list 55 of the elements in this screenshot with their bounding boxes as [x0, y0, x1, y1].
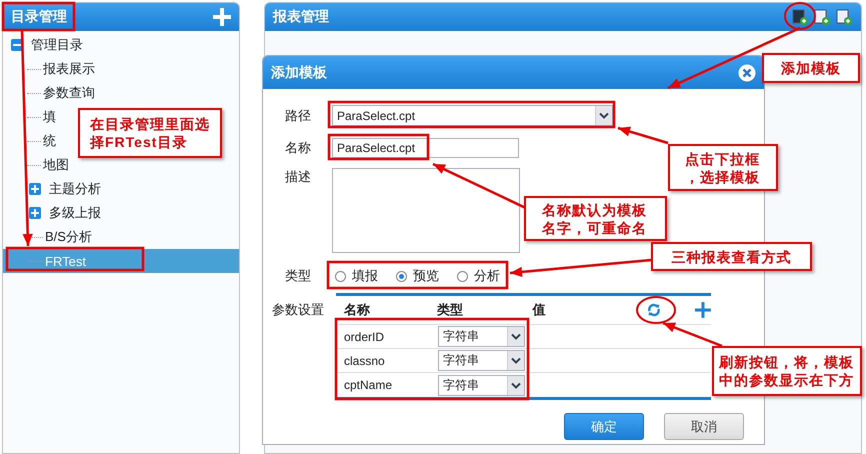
- radio-option[interactable]: 预览: [396, 267, 457, 285]
- table-cell-text: classno: [343, 354, 386, 368]
- table-cell-text: orderID: [343, 330, 386, 344]
- caret-icon[interactable]: [595, 106, 612, 125]
- tree-item[interactable]: 多级上报: [3, 201, 103, 225]
- column-header: 类型: [437, 301, 464, 319]
- field-label: 路径: [284, 106, 311, 124]
- tree-item[interactable]: 地图: [3, 153, 71, 177]
- annotation-callout: 添加模板: [762, 53, 860, 83]
- field-label: 名称: [284, 139, 311, 157]
- add-document-icon[interactable]: [813, 8, 831, 26]
- field-label: 参数设置: [271, 301, 324, 319]
- highlight-ellipse: [636, 296, 676, 324]
- caret-icon[interactable]: [507, 327, 524, 346]
- tree-item[interactable]: 统: [3, 129, 58, 153]
- add-document-icon[interactable]: [791, 8, 809, 26]
- add-document-icon[interactable]: [835, 8, 853, 26]
- description-field[interactable]: [332, 168, 520, 253]
- annotation-callout: 三种报表查看方式: [651, 242, 812, 271]
- expand-toggle-icon[interactable]: [29, 183, 41, 195]
- type-dropdown[interactable]: 字符串: [438, 374, 525, 396]
- arrow: [618, 126, 668, 144]
- dialog-title: 添加模板: [271, 64, 327, 82]
- annotation-callout: 刷新按钮，将，模板中的参数显示在下方: [712, 346, 862, 396]
- close-icon[interactable]: [738, 64, 756, 82]
- panel-title: 报表管理: [273, 8, 329, 26]
- type-dropdown[interactable]: 字符串: [438, 350, 525, 371]
- radio-option[interactable]: 分析: [457, 267, 518, 285]
- type-dropdown[interactable]: 字符串: [438, 326, 525, 347]
- panel-title: 目录管理: [11, 8, 67, 26]
- caret-icon[interactable]: [507, 376, 524, 394]
- tree-item[interactable]: 参数查询: [3, 81, 97, 105]
- radio-option[interactable]: 填报: [335, 267, 396, 285]
- highlight-ellipse: [784, 2, 816, 30]
- tree-item[interactable]: 报表展示: [3, 57, 97, 81]
- add-icon[interactable]: [213, 8, 231, 26]
- caret-icon[interactable]: [507, 351, 524, 370]
- annotation-callout: 在目录管理里面选择FRTest目录: [78, 108, 222, 158]
- tree-item[interactable]: 填: [3, 105, 58, 129]
- tree-item[interactable]: 主题分析: [3, 177, 103, 201]
- table-cell-text: cptName: [343, 378, 394, 392]
- field-label: 类型: [284, 267, 311, 285]
- annotation-callout: 名称默认为模板名字，可重命名: [524, 196, 667, 241]
- column-header: 值: [532, 301, 546, 319]
- add-icon[interactable]: [695, 302, 711, 318]
- annotation-callout: 点击下拉框，选择模板: [668, 144, 778, 191]
- cancel-button[interactable]: 取消: [664, 413, 744, 440]
- column-header: 名称: [342, 301, 371, 319]
- path-dropdown[interactable]: ParaSelect.cpt: [332, 105, 613, 126]
- expand-toggle-icon[interactable]: [29, 207, 41, 219]
- field-label: 描述: [284, 168, 311, 186]
- tree-item[interactable]: 管理目录: [3, 33, 85, 57]
- arrow: [662, 322, 722, 348]
- name-field[interactable]: ParaSelect.cpt: [332, 138, 519, 158]
- refresh-icon[interactable]: [647, 303, 662, 317]
